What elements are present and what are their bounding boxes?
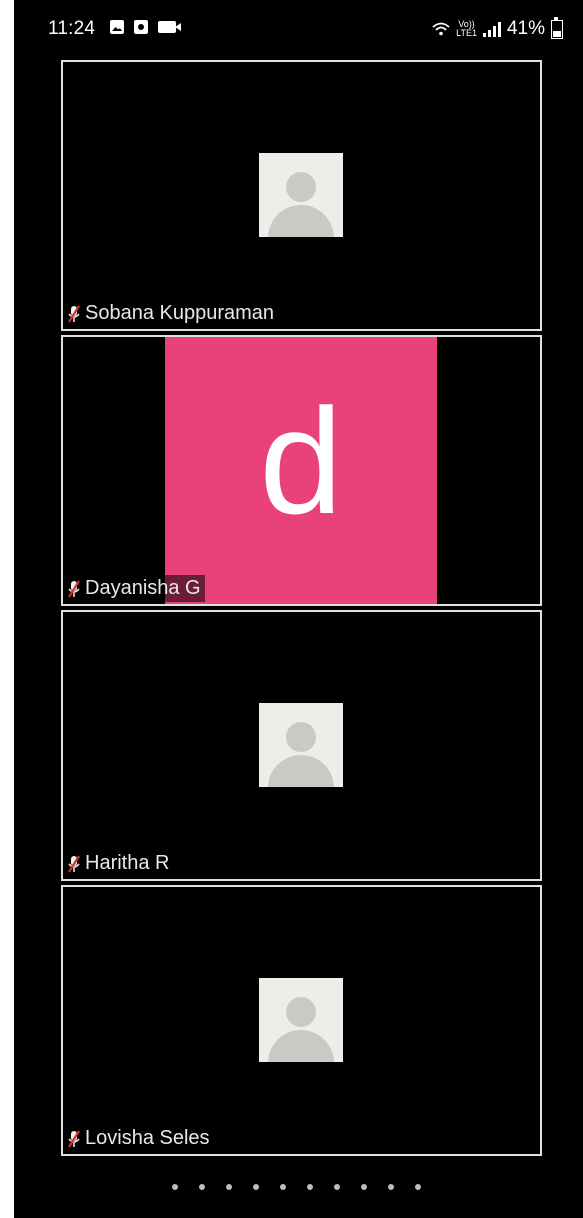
screenshot-icon [134, 20, 148, 34]
page-dot[interactable] [226, 1184, 232, 1190]
participant-name-label: Sobana Kuppuraman [65, 300, 278, 327]
page-dot[interactable] [199, 1184, 205, 1190]
page-dot[interactable] [415, 1184, 421, 1190]
initial-avatar: d [165, 337, 437, 604]
mic-muted-icon [67, 1129, 81, 1148]
participant-grid: Sobana Kuppuraman d Dayanisha G Haritha … [61, 60, 542, 1160]
participant-tile[interactable]: Sobana Kuppuraman [61, 60, 542, 331]
participant-name: Haritha R [85, 852, 170, 874]
participant-name: Lovisha Seles [85, 1127, 210, 1149]
mic-muted-icon [67, 579, 81, 598]
page-dot[interactable] [388, 1184, 394, 1190]
default-avatar-icon [259, 703, 343, 787]
page-dot[interactable] [253, 1184, 259, 1190]
video-icon [158, 21, 181, 33]
status-bar: 11:24 Vo)) LTE1 41% [14, 0, 583, 58]
page-dot[interactable] [334, 1184, 340, 1190]
participant-tile[interactable]: Haritha R [61, 610, 542, 881]
mic-muted-icon [67, 304, 81, 323]
photo-icon [110, 20, 124, 34]
left-edge [0, 0, 14, 1218]
participant-tile[interactable]: Lovisha Seles [61, 885, 542, 1156]
participant-name-label: Dayanisha G [65, 575, 205, 602]
page-dot[interactable] [361, 1184, 367, 1190]
page-dot[interactable] [280, 1184, 286, 1190]
wifi-icon [432, 22, 450, 36]
battery-percent: 41% [506, 18, 545, 39]
avatar-initial: d [259, 376, 343, 545]
status-time: 11:24 [48, 18, 96, 39]
page-dot[interactable] [307, 1184, 313, 1190]
participant-name-label: Lovisha Seles [65, 1125, 214, 1152]
mic-muted-icon [67, 854, 81, 873]
participant-name: Sobana Kuppuraman [85, 302, 275, 324]
signal-icon [482, 21, 501, 37]
page-dot[interactable] [172, 1184, 178, 1190]
status-system-icons: Vo)) LTE1 41% [432, 16, 563, 40]
status-notification-icons [110, 20, 181, 34]
default-avatar-icon [259, 978, 343, 1062]
participant-name: Dayanisha G [85, 577, 201, 599]
page-indicator[interactable] [172, 1184, 421, 1190]
participant-tile[interactable]: d Dayanisha G [61, 335, 542, 606]
default-avatar-icon [259, 153, 343, 237]
participant-name-label: Haritha R [65, 850, 173, 877]
battery-icon [551, 16, 563, 39]
volte-indicator: Vo)) LTE1 [456, 19, 477, 38]
